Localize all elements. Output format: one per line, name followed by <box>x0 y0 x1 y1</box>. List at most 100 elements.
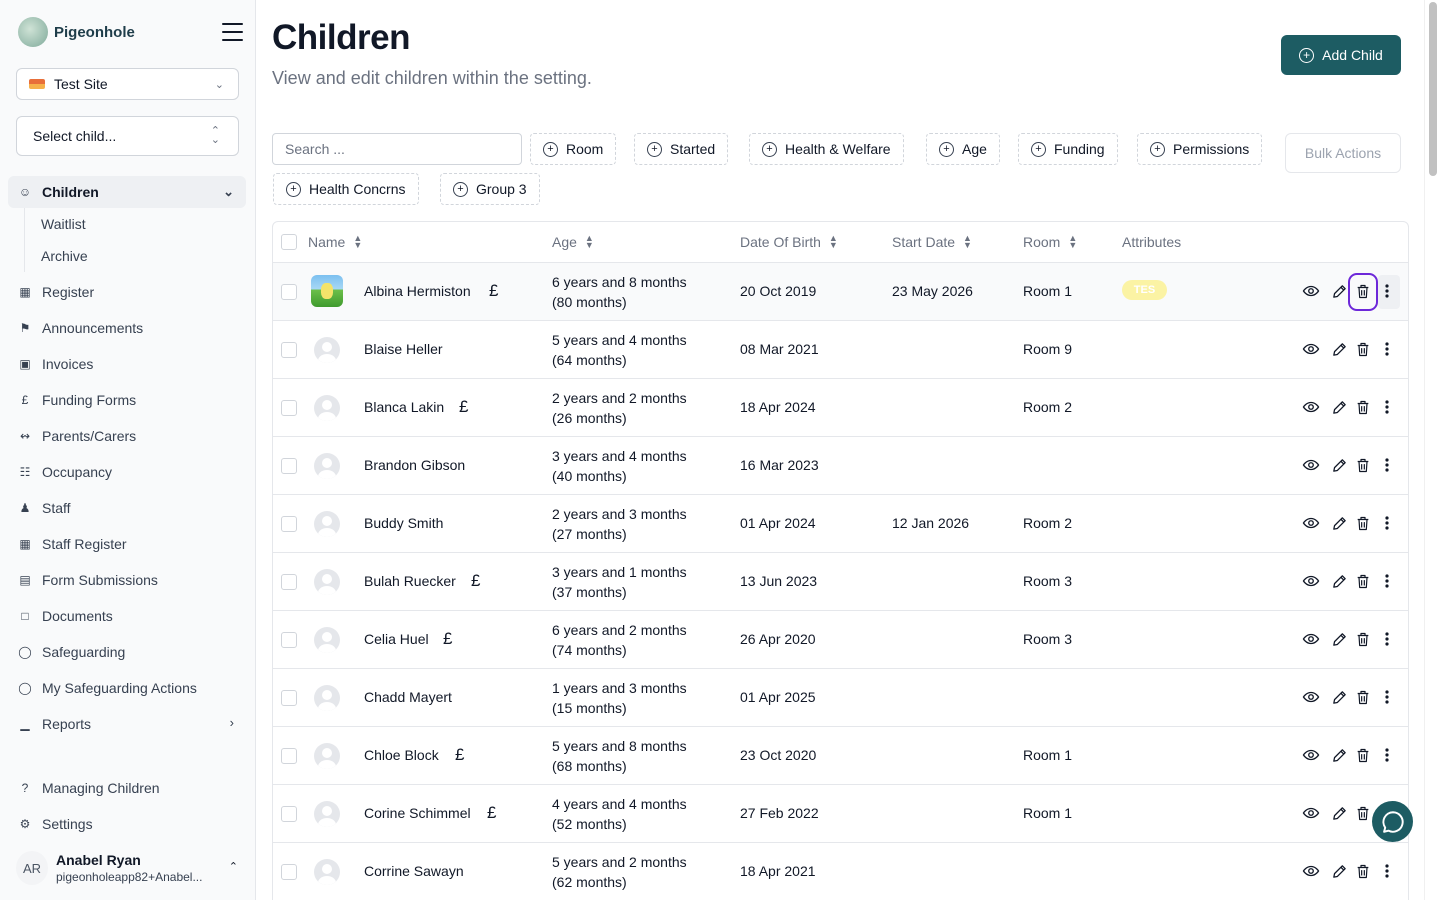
edit-pencil-icon[interactable] <box>1329 687 1349 707</box>
sidebar-item-funding-forms[interactable]: £ Funding Forms <box>8 384 246 416</box>
table-row[interactable]: Brandon Gibson 3 years and 4 months (40 mo… <box>273 437 1408 495</box>
child-name[interactable]: Bulah Ruecker <box>364 573 456 589</box>
more-options-icon[interactable] <box>1377 629 1397 649</box>
delete-trash-icon[interactable] <box>1353 397 1373 417</box>
sidebar-item-managing-children[interactable]: ? Managing Children <box>8 772 246 804</box>
child-name[interactable]: Corrine Sawayn <box>364 863 464 879</box>
row-checkbox[interactable] <box>281 342 297 358</box>
sidebar-item-archive[interactable]: Archive <box>41 248 88 264</box>
sidebar-item-children[interactable]: ☺ Children ⌄ <box>8 176 246 208</box>
view-eye-icon[interactable] <box>1301 629 1321 649</box>
delete-trash-icon[interactable] <box>1353 629 1373 649</box>
filter-started-button[interactable]: + Started <box>634 133 729 165</box>
table-row[interactable]: Corrine Sawayn 5 years and 2 months (62 mo… <box>273 843 1408 900</box>
delete-trash-icon[interactable] <box>1353 861 1373 881</box>
more-options-icon[interactable] <box>1377 513 1397 533</box>
table-row[interactable]: Corine Schimmel £4 years and 4 months (52 … <box>273 785 1408 843</box>
more-options-icon[interactable] <box>1377 455 1397 475</box>
sidebar-item-form-submissions[interactable]: ▤ Form Submissions <box>8 564 246 596</box>
delete-trash-icon[interactable] <box>1353 687 1373 707</box>
sidebar-item-occupancy[interactable]: ☷ Occupancy <box>8 456 246 488</box>
filter-age-button[interactable]: + Age <box>926 133 1000 165</box>
child-name[interactable]: Brandon Gibson <box>364 457 465 473</box>
view-eye-icon[interactable] <box>1301 571 1321 591</box>
delete-trash-icon[interactable] <box>1353 513 1373 533</box>
sidebar-item-waitlist[interactable]: Waitlist <box>41 216 86 232</box>
view-eye-icon[interactable] <box>1301 513 1321 533</box>
row-checkbox[interactable] <box>281 806 297 822</box>
edit-pencil-icon[interactable] <box>1329 455 1349 475</box>
sidebar-item-my-safeguarding-actions[interactable]: ◯ My Safeguarding Actions <box>8 672 246 704</box>
edit-pencil-icon[interactable] <box>1329 339 1349 359</box>
column-age-header[interactable]: Age ▲ ▼ <box>552 234 594 251</box>
more-options-icon[interactable] <box>1377 571 1397 591</box>
edit-pencil-icon[interactable] <box>1329 745 1349 765</box>
view-eye-icon[interactable] <box>1301 745 1321 765</box>
table-row[interactable]: Celia Huel £6 years and 2 months (74 month… <box>273 611 1408 669</box>
sidebar-item-staff-register[interactable]: ▦ Staff Register <box>8 528 246 560</box>
view-eye-icon[interactable] <box>1301 861 1321 881</box>
edit-pencil-icon[interactable] <box>1329 803 1349 823</box>
sidebar-item-documents[interactable]: □ Documents <box>8 600 246 632</box>
sidebar-item-settings[interactable]: ⚙ Settings <box>8 808 246 840</box>
filter-room-button[interactable]: + Room <box>530 133 617 165</box>
child-select[interactable]: Select child... ⌃ ⌄ <box>16 116 239 156</box>
filter-health-concerns-button[interactable]: + Health Concrns <box>273 173 419 205</box>
more-options-icon[interactable] <box>1377 861 1397 881</box>
more-options-icon[interactable] <box>1377 745 1397 765</box>
delete-trash-icon[interactable] <box>1353 281 1373 301</box>
add-child-button[interactable]: + Add Child <box>1281 35 1401 75</box>
column-name-header[interactable]: Name ▲ ▼ <box>308 234 362 251</box>
table-row[interactable]: Albina Hermiston £6 years and 8 months (80… <box>273 263 1408 321</box>
view-eye-icon[interactable] <box>1301 687 1321 707</box>
child-name[interactable]: Chloe Block <box>364 747 439 763</box>
child-name[interactable]: Blaise Heller <box>364 341 443 357</box>
child-name[interactable]: Chadd Mayert <box>364 689 452 705</box>
filter-group-3-button[interactable]: + Group 3 <box>440 173 540 205</box>
scrollbar-thumb[interactable] <box>1429 2 1437 176</box>
column-dob-header[interactable]: Date Of Birth ▲ ▼ <box>740 234 838 251</box>
more-options-icon[interactable] <box>1377 397 1397 417</box>
sidebar-item-announcements[interactable]: ⚑ Announcements <box>8 312 246 344</box>
table-row[interactable]: Blaise Heller 5 years and 4 months (64 mon… <box>273 321 1408 379</box>
edit-pencil-icon[interactable] <box>1329 629 1349 649</box>
sidebar-item-staff[interactable]: ♟ Staff <box>8 492 246 524</box>
app-logo[interactable]: Pigeonhole <box>18 17 135 47</box>
view-eye-icon[interactable] <box>1301 397 1321 417</box>
child-name[interactable]: Blanca Lakin <box>364 399 444 415</box>
sidebar-item-register[interactable]: ▦ Register <box>8 276 246 308</box>
sidebar-item-parents-carers[interactable]: ↭ Parents/Carers <box>8 420 246 452</box>
delete-trash-icon[interactable] <box>1353 339 1373 359</box>
sidebar-item-safeguarding[interactable]: ◯ Safeguarding <box>8 636 246 668</box>
edit-pencil-icon[interactable] <box>1329 861 1349 881</box>
more-options-icon[interactable] <box>1377 339 1397 359</box>
column-room-header[interactable]: Room ▲ ▼ <box>1023 234 1077 251</box>
child-name[interactable]: Albina Hermiston <box>364 283 471 299</box>
filter-funding-button[interactable]: + Funding <box>1018 133 1118 165</box>
row-checkbox[interactable] <box>281 690 297 706</box>
filter-permissions-button[interactable]: + Permissions <box>1137 133 1263 165</box>
row-checkbox[interactable] <box>281 284 297 300</box>
delete-trash-icon[interactable] <box>1353 455 1373 475</box>
row-checkbox[interactable] <box>281 458 297 474</box>
delete-trash-icon[interactable] <box>1353 571 1373 591</box>
page-scrollbar[interactable] <box>1424 0 1440 900</box>
sidebar-item-invoices[interactable]: ▣ Invoices <box>8 348 246 380</box>
view-eye-icon[interactable] <box>1301 281 1321 301</box>
row-checkbox[interactable] <box>281 574 297 590</box>
delete-trash-icon[interactable] <box>1353 745 1373 765</box>
edit-pencil-icon[interactable] <box>1329 513 1349 533</box>
row-checkbox[interactable] <box>281 632 297 648</box>
edit-pencil-icon[interactable] <box>1329 397 1349 417</box>
child-name[interactable]: Buddy Smith <box>364 515 443 531</box>
child-name[interactable]: Corine Schimmel <box>364 805 471 821</box>
sidebar-item-reports[interactable]: ▁ Reports › <box>8 708 246 740</box>
delete-trash-icon[interactable] <box>1353 803 1373 823</box>
bulk-actions-button[interactable]: Bulk Actions <box>1285 133 1401 173</box>
edit-pencil-icon[interactable] <box>1329 571 1349 591</box>
user-menu[interactable]: AR Anabel Ryan pigeonholeapp82+Anabel...… <box>16 850 246 888</box>
table-row[interactable]: Blanca Lakin £2 years and 2 months (26 mon… <box>273 379 1408 437</box>
row-checkbox[interactable] <box>281 748 297 764</box>
table-row[interactable]: Chloe Block £5 years and 8 months (68 mont… <box>273 727 1408 785</box>
row-checkbox[interactable] <box>281 864 297 880</box>
